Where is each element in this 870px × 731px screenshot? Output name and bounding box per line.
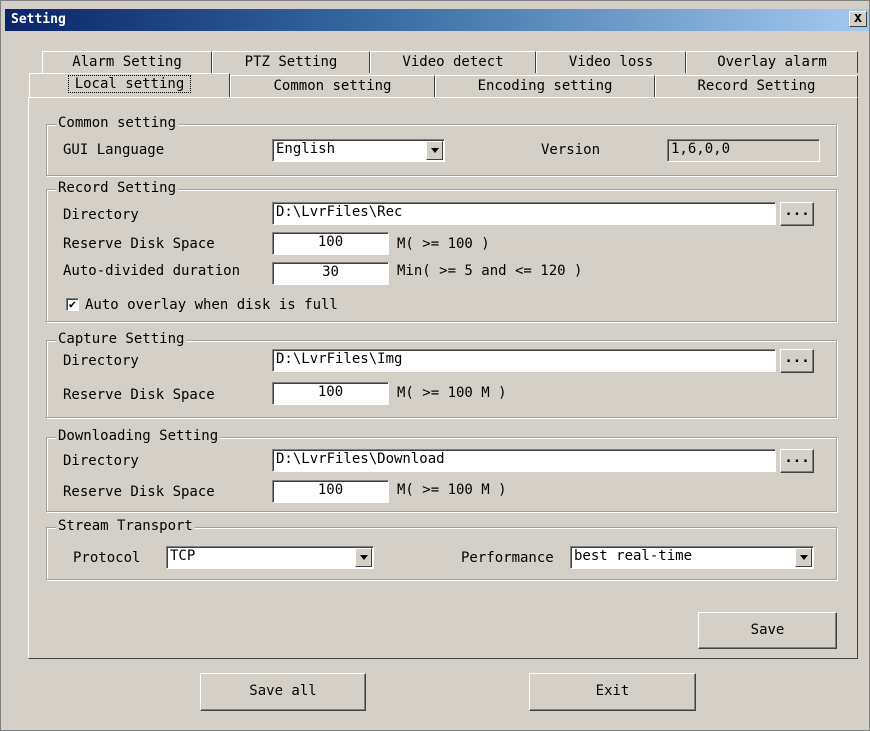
- protocol-select[interactable]: TCP: [166, 546, 374, 569]
- save-button[interactable]: Save: [698, 612, 837, 649]
- auto-overlay-label[interactable]: Auto overlay when disk is full: [85, 297, 338, 313]
- download-reserve-hint: M( >= 100 M ): [397, 482, 507, 498]
- performance-select[interactable]: best real-time: [570, 546, 814, 569]
- tab-alarm-setting[interactable]: Alarm Setting: [42, 51, 212, 73]
- gui-language-value: English: [276, 141, 336, 157]
- download-reserve-label: Reserve Disk Space: [63, 484, 215, 500]
- tab-video-detect[interactable]: Video detect: [370, 51, 536, 73]
- download-browse-button[interactable]: ...: [780, 449, 814, 473]
- close-button[interactable]: x: [849, 11, 867, 27]
- window-title: Setting: [11, 12, 66, 27]
- auto-overlay-checkbox[interactable]: ✔: [66, 298, 79, 311]
- tab-label: Video loss: [568, 54, 654, 70]
- tab-video-loss[interactable]: Video loss: [536, 51, 686, 73]
- tab-ptz-setting[interactable]: PTZ Setting: [212, 51, 370, 73]
- record-directory-label: Directory: [63, 207, 139, 223]
- gui-language-label: GUI Language: [63, 142, 165, 158]
- tab-record-setting[interactable]: Record Setting: [655, 75, 858, 97]
- settings-window: Setting x Alarm Setting PTZ Setting Vide…: [0, 0, 870, 731]
- capture-reserve-hint: M( >= 100 M ): [397, 385, 507, 401]
- tab-label: PTZ Setting: [244, 54, 338, 70]
- record-directory-input[interactable]: D:\LvrFiles\Rec: [272, 202, 776, 225]
- performance-label: Performance: [461, 550, 554, 566]
- group-title: Capture Setting: [56, 331, 187, 347]
- exit-button[interactable]: Exit: [529, 673, 696, 711]
- chevron-down-icon[interactable]: [795, 548, 812, 567]
- capture-reserve-input[interactable]: 100: [272, 382, 389, 405]
- group-title: Downloading Setting: [56, 428, 221, 444]
- tab-label: Common setting: [273, 78, 392, 94]
- chevron-down-icon[interactable]: [355, 548, 372, 567]
- download-directory-label: Directory: [63, 453, 139, 469]
- save-all-button[interactable]: Save all: [200, 673, 366, 711]
- group-title: Stream Transport: [56, 518, 195, 534]
- record-reserve-input[interactable]: 100: [272, 232, 389, 255]
- protocol-label: Protocol: [73, 550, 141, 566]
- title-bar[interactable]: Setting x: [5, 9, 869, 31]
- tab-local-setting[interactable]: Local setting: [29, 73, 230, 98]
- capture-directory-input[interactable]: D:\LvrFiles\Img: [272, 349, 776, 372]
- tab-label: Encoding setting: [477, 78, 613, 94]
- tab-label: Record Setting: [697, 78, 816, 94]
- record-reserve-hint: M( >= 100 ): [397, 236, 490, 252]
- capture-reserve-label: Reserve Disk Space: [63, 387, 215, 403]
- protocol-value: TCP: [170, 548, 196, 564]
- gui-language-select[interactable]: English: [272, 139, 445, 162]
- tab-label: Local setting: [67, 75, 192, 93]
- autodiv-hint: Min( >= 5 and <= 120 ): [397, 263, 583, 279]
- tab-common-setting[interactable]: Common setting: [230, 75, 435, 97]
- tab-label: Video detect: [402, 54, 504, 70]
- record-browse-button[interactable]: ...: [780, 202, 814, 226]
- capture-browse-button[interactable]: ...: [780, 349, 814, 373]
- tab-label: Alarm Setting: [72, 54, 182, 70]
- download-directory-input[interactable]: D:\LvrFiles\Download: [272, 449, 776, 472]
- tab-label: Overlay alarm: [717, 54, 827, 70]
- group-title: Record Setting: [56, 180, 179, 196]
- capture-directory-label: Directory: [63, 353, 139, 369]
- autodiv-label: Auto-divided duration: [63, 263, 241, 279]
- record-reserve-label: Reserve Disk Space: [63, 236, 215, 252]
- download-reserve-input[interactable]: 100: [272, 480, 389, 503]
- version-label: Version: [541, 142, 601, 158]
- chevron-down-icon[interactable]: [426, 141, 443, 160]
- group-title: Common setting: [56, 115, 179, 131]
- autodiv-input[interactable]: 30: [272, 262, 389, 285]
- tab-overlay-alarm[interactable]: Overlay alarm: [686, 51, 858, 73]
- version-field: 1,6,0,0: [667, 139, 820, 162]
- performance-value: best real-time: [574, 548, 693, 564]
- tab-encoding-setting[interactable]: Encoding setting: [435, 75, 655, 97]
